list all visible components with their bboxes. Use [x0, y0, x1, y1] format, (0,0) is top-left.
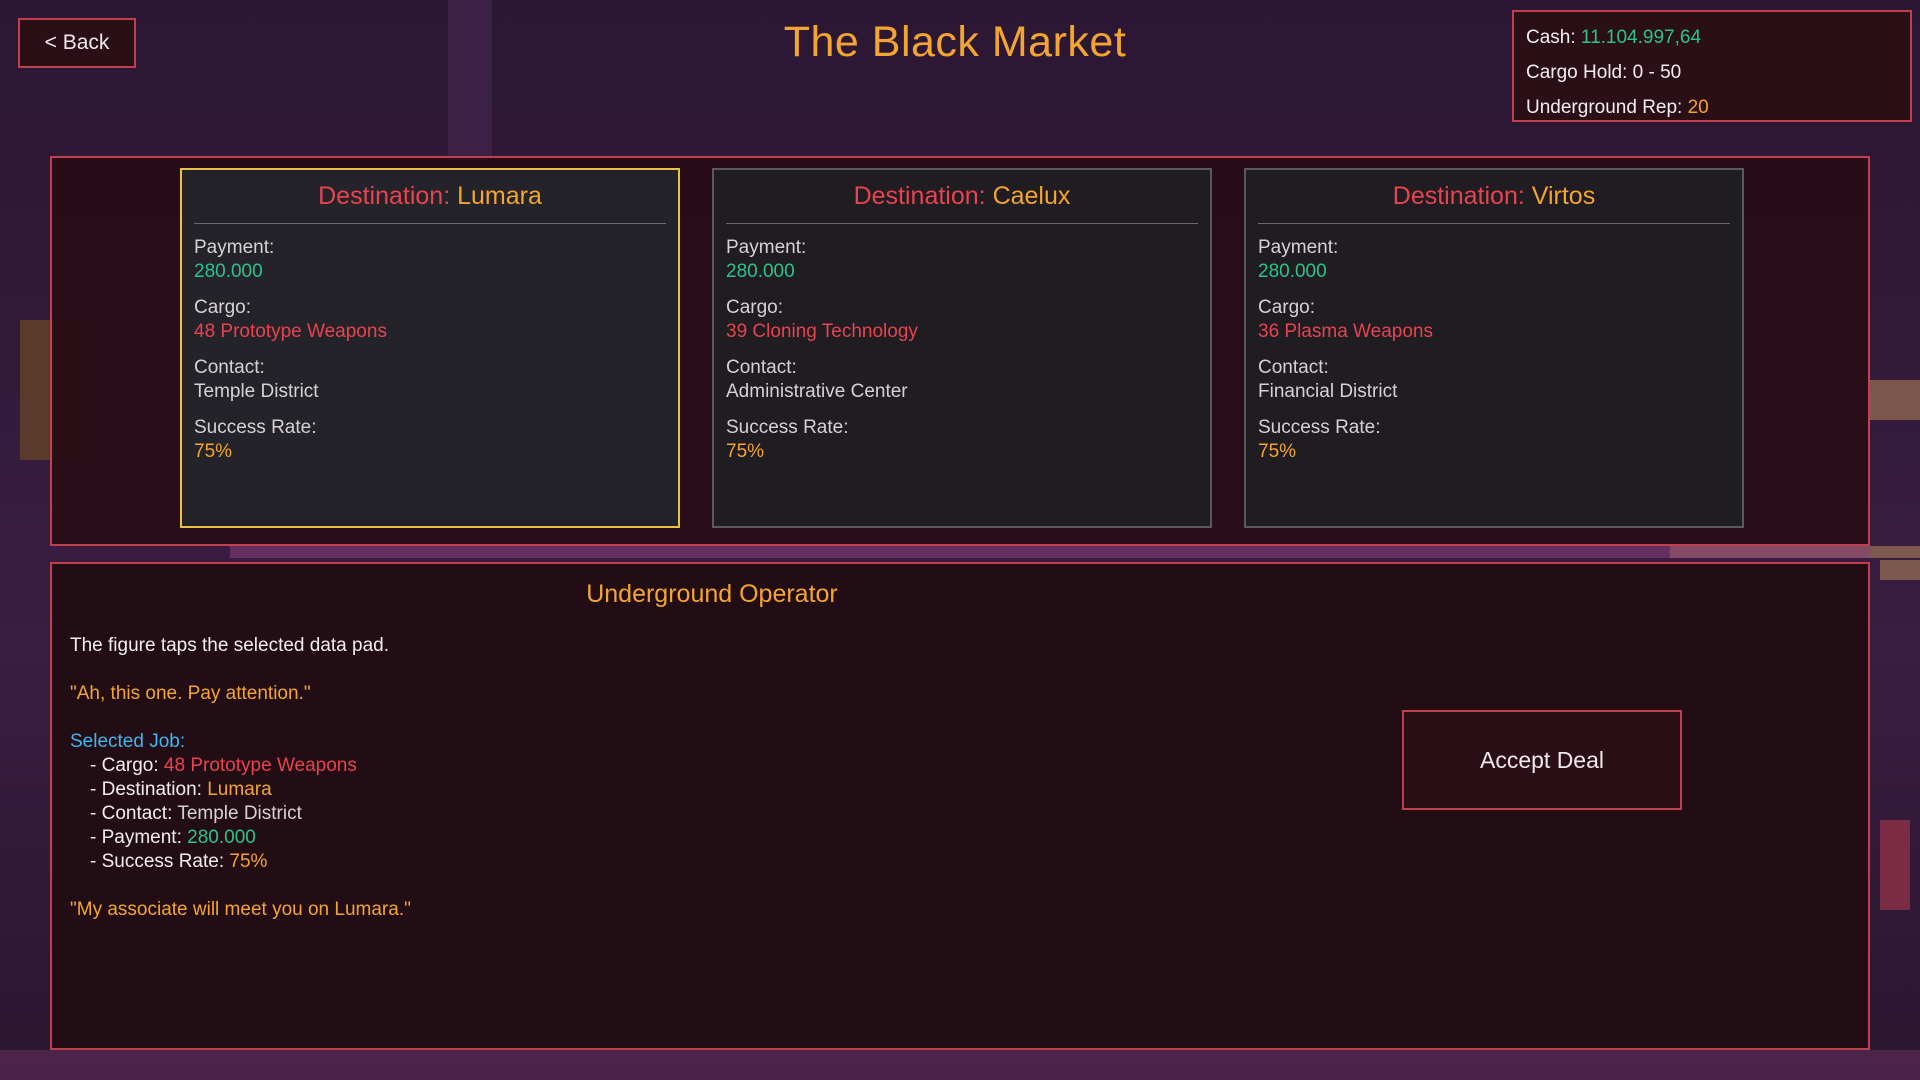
cash-label: Cash:	[1526, 27, 1581, 48]
cargo-label: Cargo:	[726, 297, 784, 318]
destination-label: Destination:	[1392, 182, 1532, 210]
success-field: Success Rate: 75%	[1258, 416, 1730, 464]
success-value: 75%	[726, 441, 765, 462]
payment-label: Payment:	[1258, 237, 1339, 258]
operator-dialog-panel: Underground Operator The figure taps the…	[50, 562, 1870, 1050]
dialog-body: The figure taps the selected data pad. "…	[70, 634, 1270, 946]
job-card-caelux[interactable]: Destination: Caelux Payment: 280.000 Car…	[712, 168, 1212, 528]
success-value: 75%	[1258, 441, 1297, 462]
success-value: 75%	[194, 441, 233, 462]
success-label: Success Rate:	[726, 417, 849, 438]
job-card-title: Destination: Virtos	[1258, 182, 1730, 224]
summary-destination-label: - Destination:	[90, 779, 208, 800]
summary-payment-value: 280.000	[187, 827, 256, 848]
rep-value: 20	[1687, 97, 1709, 118]
rep-label: Underground Rep:	[1526, 97, 1688, 118]
cargo-value: 36 Plasma Weapons	[1258, 321, 1433, 342]
cargo-field: Cargo: 39 Cloning Technology	[726, 296, 1198, 344]
summary-contact: - Contact: Temple District	[70, 802, 1270, 826]
payment-value: 280.000	[1258, 261, 1327, 282]
cash-value: 11.104.997,64	[1580, 27, 1702, 48]
summary-success: - Success Rate: 75%	[70, 850, 1270, 874]
contact-label: Contact:	[726, 357, 797, 378]
contact-field: Contact: Financial District	[1258, 356, 1730, 404]
summary-destination-value: Lumara	[207, 779, 272, 800]
job-card-title: Destination: Lumara	[194, 182, 666, 224]
success-field: Success Rate: 75%	[726, 416, 1198, 464]
destination-value: Virtos	[1531, 182, 1596, 210]
job-card-virtos[interactable]: Destination: Virtos Payment: 280.000 Car…	[1244, 168, 1744, 528]
payment-value: 280.000	[194, 261, 263, 282]
summary-payment: - Payment: 280.000	[70, 826, 1270, 850]
destination-value: Caelux	[992, 182, 1071, 210]
cargo-value: 48 Prototype Weapons	[194, 321, 387, 342]
cash-row: Cash: 11.104.997,64	[1526, 20, 1898, 55]
contact-field: Contact: Administrative Center	[726, 356, 1198, 404]
payment-field: Payment: 280.000	[194, 236, 666, 284]
success-label: Success Rate:	[194, 417, 317, 438]
destination-label: Destination:	[318, 182, 458, 210]
success-label: Success Rate:	[1258, 417, 1381, 438]
narration-text: The figure taps the selected data pad.	[70, 635, 389, 656]
stats-panel: Cash: 11.104.997,64 Cargo Hold: 0 - 50 U…	[1512, 10, 1912, 122]
summary-success-label: - Success Rate:	[90, 851, 230, 872]
cargo-hold-label: Cargo Hold: 0 - 50	[1526, 62, 1682, 83]
selected-job-summary: Selected Job: - Cargo: 48 Prototype Weap…	[70, 730, 1270, 874]
operator-closing-quote: "My associate will meet you on Lumara."	[70, 899, 411, 920]
payment-label: Payment:	[726, 237, 807, 258]
success-field: Success Rate: 75%	[194, 416, 666, 464]
cargo-hold-row: Cargo Hold: 0 - 50	[1526, 55, 1898, 90]
job-card-lumara[interactable]: Destination: Lumara Payment: 280.000 Car…	[180, 168, 680, 528]
contact-value: Financial District	[1258, 381, 1398, 402]
payment-value: 280.000	[726, 261, 795, 282]
cargo-field: Cargo: 36 Plasma Weapons	[1258, 296, 1730, 344]
summary-contact-label: - Contact:	[90, 803, 178, 824]
contact-field: Contact: Temple District	[194, 356, 666, 404]
cargo-label: Cargo:	[194, 297, 252, 318]
accept-deal-button[interactable]: Accept Deal	[1402, 710, 1682, 810]
cargo-label: Cargo:	[1258, 297, 1316, 318]
cargo-value: 39 Cloning Technology	[726, 321, 918, 342]
dialog-title: Underground Operator	[586, 580, 838, 608]
contact-value: Administrative Center	[726, 381, 908, 402]
contact-value: Temple District	[194, 381, 319, 402]
summary-cargo: - Cargo: 48 Prototype Weapons	[70, 754, 1270, 778]
operator-quote: "Ah, this one. Pay attention."	[70, 683, 311, 704]
jobs-panel: Destination: Lumara Payment: 280.000 Car…	[50, 156, 1870, 546]
payment-field: Payment: 280.000	[726, 236, 1198, 284]
summary-destination: - Destination: Lumara	[70, 778, 1270, 802]
summary-contact-value: Temple District	[177, 803, 302, 824]
contact-label: Contact:	[194, 357, 265, 378]
destination-label: Destination:	[853, 182, 993, 210]
job-card-title: Destination: Caelux	[726, 182, 1198, 224]
destination-value: Lumara	[457, 182, 542, 210]
payment-label: Payment:	[194, 237, 275, 258]
summary-cargo-label: - Cargo:	[90, 755, 164, 776]
cargo-field: Cargo: 48 Prototype Weapons	[194, 296, 666, 344]
selected-job-heading: Selected Job:	[70, 731, 186, 752]
summary-success-value: 75%	[229, 851, 268, 872]
summary-cargo-value: 48 Prototype Weapons	[163, 755, 357, 776]
rep-row: Underground Rep: 20	[1526, 90, 1898, 125]
summary-payment-label: - Payment:	[90, 827, 188, 848]
payment-field: Payment: 280.000	[1258, 236, 1730, 284]
contact-label: Contact:	[1258, 357, 1329, 378]
